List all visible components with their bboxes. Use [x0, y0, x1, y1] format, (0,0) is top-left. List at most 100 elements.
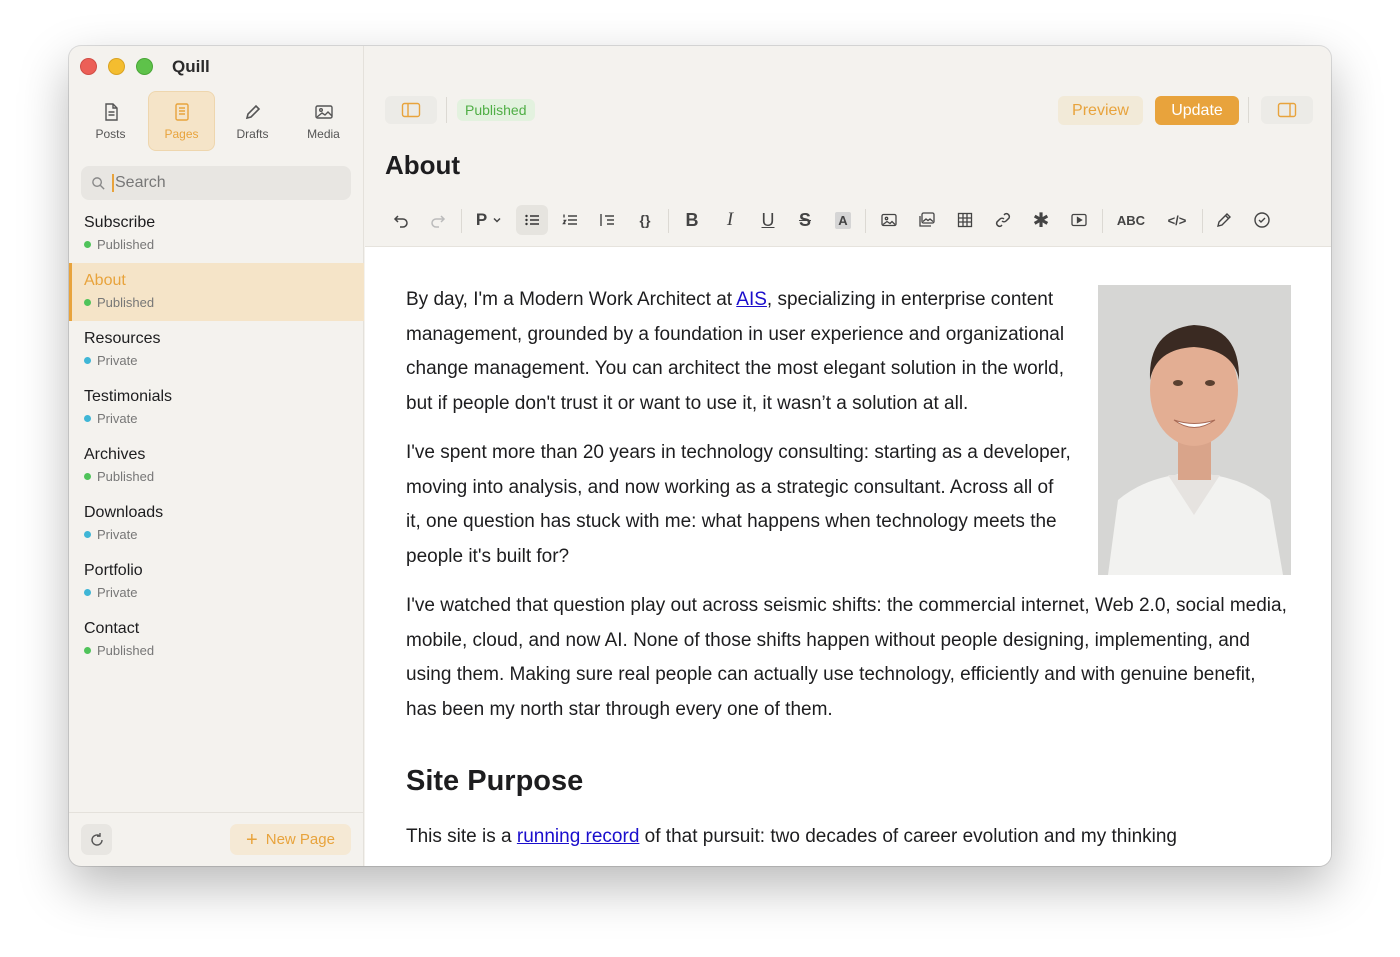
page-item-status: Published — [97, 295, 155, 310]
image-icon — [881, 213, 897, 227]
tab-drafts[interactable]: Drafts — [219, 91, 286, 151]
search-icon — [92, 176, 105, 190]
author-photo[interactable] — [1098, 285, 1291, 575]
image-icon — [314, 104, 333, 119]
tab-posts-label: Posts — [95, 126, 126, 141]
outline-list-icon — [600, 214, 614, 226]
page-item-archives[interactable]: Archives Published — [69, 437, 364, 495]
toggle-inspector-button[interactable] — [1261, 96, 1313, 124]
page-item-name: Portfolio — [84, 562, 143, 579]
document-body[interactable]: By day, I'm a Modern Work Architect at A… — [406, 283, 1291, 854]
bullet-list-button[interactable] — [516, 205, 548, 235]
sidebar-footer: + New Page — [69, 812, 364, 866]
page-item-subscribe[interactable]: Subscribe Published — [69, 205, 364, 263]
toolbar-divider — [668, 209, 669, 233]
footnote-button[interactable]: ✱ — [1025, 205, 1057, 235]
toolbar-divider — [1202, 209, 1203, 233]
chevron-down-icon — [493, 217, 501, 223]
insert-table-button[interactable] — [949, 205, 981, 235]
sidebar-right-icon — [1277, 102, 1297, 118]
running-record-link[interactable]: running record — [517, 826, 640, 847]
paragraph-1-text-before-link: By day, I'm a Modern Work Architect at — [406, 289, 737, 310]
update-button[interactable]: Update — [1155, 96, 1239, 125]
edit-mode-button[interactable] — [1208, 205, 1240, 235]
tab-pages[interactable]: Pages — [148, 91, 215, 151]
paragraph-style-dropdown[interactable]: P — [469, 205, 509, 235]
status-badge: Published — [457, 99, 535, 121]
link-icon — [995, 212, 1011, 228]
ais-link[interactable]: AIS — [736, 289, 767, 310]
private-status-dot — [84, 415, 91, 422]
page-item-testimonials[interactable]: Testimonials Private — [69, 379, 364, 437]
page-title[interactable]: About — [385, 150, 460, 181]
highlight-label: A — [835, 211, 851, 229]
paragraph-4-text-before-link: This site is a — [406, 826, 517, 847]
insert-gallery-button[interactable] — [911, 205, 943, 235]
pencil-icon — [245, 104, 260, 119]
paragraph-style-label: P — [475, 210, 488, 229]
italic-button[interactable]: I — [714, 205, 746, 235]
underline-button[interactable]: U — [752, 205, 784, 235]
preview-button[interactable]: Preview — [1058, 96, 1143, 125]
published-status-dot — [84, 299, 91, 306]
toolbar-divider — [865, 209, 866, 233]
sidebar: Posts Pages Drafts Media Subscribe — [69, 46, 364, 866]
tab-media[interactable]: Media — [290, 91, 357, 151]
video-icon — [1071, 213, 1087, 227]
tab-media-label: Media — [307, 126, 340, 141]
pencil-icon — [1217, 213, 1231, 227]
insert-video-button[interactable] — [1063, 205, 1095, 235]
private-status-dot — [84, 531, 91, 538]
editor-area[interactable]: By day, I'm a Modern Work Architect at A… — [365, 247, 1331, 866]
tab-posts[interactable]: Posts — [77, 91, 144, 151]
sidebar-left-icon — [401, 102, 421, 118]
toolbar-divider — [1102, 209, 1103, 233]
page-item-status: Private — [97, 411, 138, 426]
search-field[interactable] — [81, 166, 351, 200]
redo-button[interactable] — [422, 205, 454, 235]
page-item-status: Private — [97, 527, 138, 542]
page-item-about[interactable]: About Published — [69, 263, 364, 321]
new-page-label: New Page — [265, 831, 335, 848]
paragraph-4-text-after-link: of that pursuit: two decades of career e… — [639, 826, 1177, 847]
page-item-status: Published — [97, 237, 155, 252]
page-item-portfolio[interactable]: Portfolio Private — [69, 553, 364, 611]
strikethrough-button[interactable]: S — [789, 205, 821, 235]
indent-button[interactable] — [591, 205, 623, 235]
main-panel: Published Preview Update About P {} B I … — [365, 46, 1331, 866]
code-block-button[interactable]: {} — [629, 205, 661, 235]
highlight-button[interactable]: A — [827, 205, 859, 235]
insert-link-button[interactable] — [987, 205, 1019, 235]
page-item-contact[interactable]: Contact Published — [69, 611, 364, 669]
page-item-downloads[interactable]: Downloads Private — [69, 495, 364, 553]
page-item-name: Archives — [84, 446, 146, 463]
undo-button[interactable] — [385, 205, 417, 235]
asterisk-icon: ✱ — [1032, 209, 1050, 232]
check-button[interactable] — [1246, 205, 1278, 235]
redo-icon — [431, 215, 446, 228]
plus-icon: + — [246, 828, 258, 851]
top-bar: Published Preview Update — [365, 96, 1331, 126]
insert-image-button[interactable] — [873, 205, 905, 235]
html-source-button[interactable]: </> — [1159, 205, 1195, 235]
page-item-resources[interactable]: Resources Private — [69, 321, 364, 379]
check-circle-icon — [1254, 212, 1270, 228]
toggle-sidebar-button[interactable] — [385, 96, 437, 124]
paragraph-4[interactable]: This site is a running record of that pu… — [406, 820, 1291, 854]
new-page-button[interactable]: + New Page — [230, 824, 351, 855]
portrait-illustration — [1098, 285, 1291, 575]
search-input[interactable] — [115, 174, 335, 192]
page-icon — [174, 102, 189, 121]
bold-button[interactable]: B — [676, 205, 708, 235]
published-status-dot — [84, 647, 91, 654]
section-heading[interactable]: Site Purpose — [406, 764, 1291, 798]
private-status-dot — [84, 589, 91, 596]
spellcheck-button[interactable]: ABC — [1111, 205, 1151, 235]
refresh-button[interactable] — [81, 824, 112, 855]
page-item-name: Downloads — [84, 504, 164, 521]
bullet-list-icon — [525, 214, 539, 226]
published-status-dot — [84, 241, 91, 248]
paragraph-3[interactable]: I've watched that question play out acro… — [406, 589, 1291, 727]
page-item-name: About — [84, 272, 126, 289]
numbered-list-button[interactable] — [554, 205, 586, 235]
